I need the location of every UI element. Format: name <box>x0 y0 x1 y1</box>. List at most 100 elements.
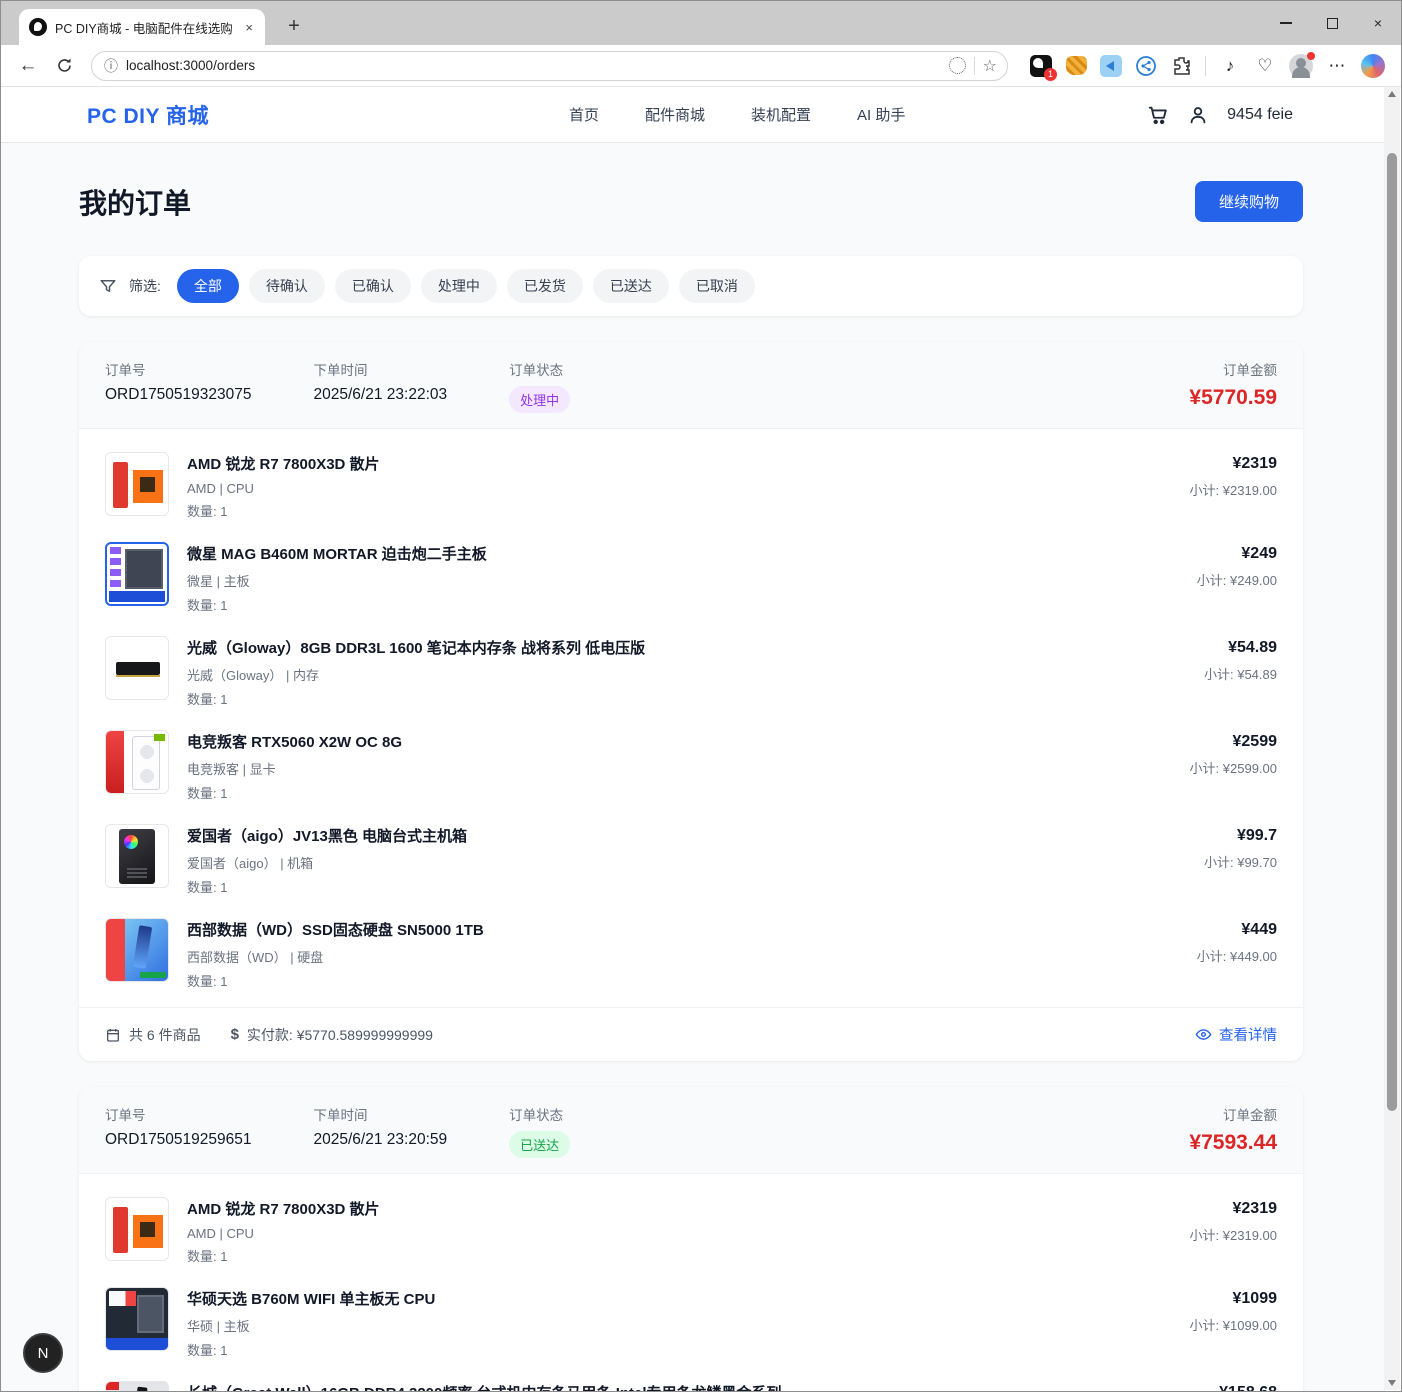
status-badge: 已送达 <box>509 1131 570 1158</box>
product-subtotal: 小计: ¥2319.00 <box>1190 480 1277 499</box>
nav-build-config[interactable]: 装机配置 <box>751 104 811 125</box>
copilot-icon[interactable] <box>1361 54 1385 78</box>
order-no-value: ORD1750519259651 <box>105 1131 252 1149</box>
order-item-row[interactable]: AMD 锐龙 R7 7800X3D 散片 AMD | CPU 数量: 1 ¥23… <box>105 1186 1277 1276</box>
nav-parts-store[interactable]: 配件商城 <box>645 104 705 125</box>
tab-close-icon[interactable]: × <box>241 20 257 35</box>
filter-pill-6[interactable]: 已取消 <box>679 269 755 303</box>
order-time-value: 2025/6/21 23:22:03 <box>314 386 448 404</box>
back-icon[interactable]: ← <box>13 51 43 81</box>
order-no-label: 订单号 <box>105 359 252 379</box>
filter-pill-4[interactable]: 已发货 <box>507 269 583 303</box>
product-price: ¥2319 <box>1190 1200 1277 1218</box>
scroll-up-icon[interactable] <box>1388 91 1396 97</box>
main-nav: 首页 配件商城 装机配置 AI 助手 <box>569 104 905 125</box>
minimize-button[interactable] <box>1263 1 1309 45</box>
maximize-button[interactable] <box>1309 1 1355 45</box>
product-subtotal: 小计: ¥99.70 <box>1204 852 1277 871</box>
order-item-row[interactable]: 西部数据（WD）SSD固态硬盘 SN5000 1TB 西部数据（WD） | 硬盘… <box>105 907 1277 1001</box>
product-subtotal: 小计: ¥249.00 <box>1197 570 1277 589</box>
site-logo[interactable]: PC DIY 商城 <box>87 100 209 130</box>
health-extension-icon[interactable]: ♡ <box>1254 55 1276 77</box>
share-extension-icon[interactable] <box>1135 55 1157 77</box>
page-scrollbar[interactable] <box>1384 87 1400 1390</box>
scroll-down-icon[interactable] <box>1388 1380 1396 1386</box>
tampermonkey-icon[interactable] <box>1065 55 1087 77</box>
order-card: 订单号 ORD1750519323075 下单时间 2025/6/21 23:2… <box>79 342 1303 1061</box>
product-brand-category: 光威（Gloway） | 内存 <box>187 665 1186 684</box>
order-item-row[interactable]: 微星 MAG B460M MORTAR 迫击炮二手主板 微星 | 主板 数量: … <box>105 531 1277 625</box>
item-count: 共 6 件商品 <box>105 1025 201 1045</box>
speaker-extension-icon[interactable] <box>1100 55 1122 77</box>
filter-pill-5[interactable]: 已送达 <box>593 269 669 303</box>
product-quantity: 数量: 1 <box>187 595 1179 614</box>
product-subtotal: 小计: ¥2319.00 <box>1190 1225 1277 1244</box>
profile-avatar[interactable] <box>1289 54 1313 78</box>
url-bar[interactable]: ⓘ localhost:3000/orders ☆ <box>91 51 1008 81</box>
product-thumbnail <box>105 452 169 516</box>
product-price: ¥2319 <box>1190 455 1277 473</box>
order-items: AMD 锐龙 R7 7800X3D 散片 AMD | CPU 数量: 1 ¥23… <box>79 429 1303 1007</box>
order-amount-label: 订单金额 <box>1189 359 1277 379</box>
filter-label: 筛选: <box>129 276 161 296</box>
product-title: AMD 锐龙 R7 7800X3D 散片 <box>187 453 1172 474</box>
refresh-icon[interactable] <box>49 51 79 81</box>
order-footer: 共 6 件商品 $ 实付款: ¥5770.589999999999 查看详情 <box>79 1007 1303 1061</box>
user-icon[interactable] <box>1187 104 1209 126</box>
product-thumbnail <box>105 1197 169 1261</box>
order-time-value: 2025/6/21 23:20:59 <box>314 1131 448 1149</box>
product-price: ¥158.68 <box>1197 1384 1277 1392</box>
product-price: ¥2599 <box>1190 733 1277 751</box>
filter-pill-1[interactable]: 待确认 <box>249 269 325 303</box>
filter-pill-2[interactable]: 已确认 <box>335 269 411 303</box>
order-item-row[interactable]: 长城（Great Wall）16GB DDR4 3200频率 台式机内存条马甲条… <box>105 1370 1277 1392</box>
order-item-row[interactable]: 电竞叛客 RTX5060 X2W OC 8G 电竞叛客 | 显卡 数量: 1 ¥… <box>105 719 1277 813</box>
filter-pill-3[interactable]: 处理中 <box>421 269 497 303</box>
product-thumbnail <box>105 1287 169 1351</box>
product-brand-category: 华硕 | 主板 <box>187 1316 1172 1335</box>
nav-home[interactable]: 首页 <box>569 104 599 125</box>
filter-funnel-icon <box>99 277 117 295</box>
cart-icon[interactable] <box>1147 104 1169 126</box>
view-details-link[interactable]: 查看详情 <box>1195 1024 1277 1045</box>
username-text[interactable]: 9454 feie <box>1227 106 1293 124</box>
product-subtotal: 小计: ¥2599.00 <box>1190 758 1277 777</box>
order-status-label: 订单状态 <box>509 1104 570 1124</box>
order-item-row[interactable]: 爱国者（aigo）JV13黑色 电脑台式主机箱 爱国者（aigo） | 机箱 数… <box>105 813 1277 907</box>
product-title: 华硕天选 B760M WIFI 单主板无 CPU <box>187 1288 1172 1309</box>
site-info-icon[interactable]: ⓘ <box>104 56 118 76</box>
page-viewport: PC DIY 商城 首页 配件商城 装机配置 AI 助手 9454 feie 我… <box>1 87 1385 1392</box>
filter-pill-0[interactable]: 全部 <box>177 269 239 303</box>
product-thumbnail <box>105 730 169 794</box>
divider <box>1205 56 1206 76</box>
order-item-row[interactable]: AMD 锐龙 R7 7800X3D 散片 AMD | CPU 数量: 1 ¥23… <box>105 441 1277 531</box>
dev-overlay-badge[interactable]: N <box>23 1333 63 1373</box>
site-header: PC DIY 商城 首页 配件商城 装机配置 AI 助手 9454 feie <box>1 87 1385 143</box>
extensions-row: 1 ♪ ♡ ⋯ <box>1030 54 1389 78</box>
order-status-label: 订单状态 <box>509 359 570 379</box>
product-subtotal: 小计: ¥54.89 <box>1204 664 1277 683</box>
browser-tab[interactable]: PC DIY商城 - 电脑配件在线选购 × <box>19 9 265 45</box>
bookmark-star-icon[interactable]: ☆ <box>983 56 997 76</box>
product-quantity: 数量: 1 <box>187 501 1172 520</box>
product-quantity: 数量: 1 <box>187 1340 1172 1359</box>
filter-bar: 筛选: 全部待确认已确认处理中已发货已送达已取消 <box>79 256 1303 316</box>
order-item-row[interactable]: 华硕天选 B760M WIFI 单主板无 CPU 华硕 | 主板 数量: 1 ¥… <box>105 1276 1277 1370</box>
product-brand-category: 电竞叛客 | 显卡 <box>187 759 1172 778</box>
window-close-button[interactable]: × <box>1355 1 1401 45</box>
browser-menu-icon[interactable]: ⋯ <box>1326 55 1348 77</box>
product-thumbnail <box>105 824 169 888</box>
order-item-row[interactable]: 光威（Gloway）8GB DDR3L 1600 笔记本内存条 战将系列 低电压… <box>105 625 1277 719</box>
nav-ai-assistant[interactable]: AI 助手 <box>857 104 905 125</box>
new-tab-button[interactable]: + <box>279 11 309 41</box>
continue-shopping-button[interactable]: 继续购物 <box>1195 181 1303 222</box>
puzzle-extensions-icon[interactable] <box>1170 55 1192 77</box>
scrollbar-thumb[interactable] <box>1387 153 1397 1111</box>
reader-mode-icon[interactable] <box>949 57 966 74</box>
product-quantity: 数量: 1 <box>187 783 1172 802</box>
product-quantity: 数量: 1 <box>187 877 1186 896</box>
product-thumbnail <box>105 636 169 700</box>
site-favicon-icon <box>29 18 47 36</box>
extension-dark-icon[interactable]: 1 <box>1030 55 1052 77</box>
music-extension-icon[interactable]: ♪ <box>1219 55 1241 77</box>
